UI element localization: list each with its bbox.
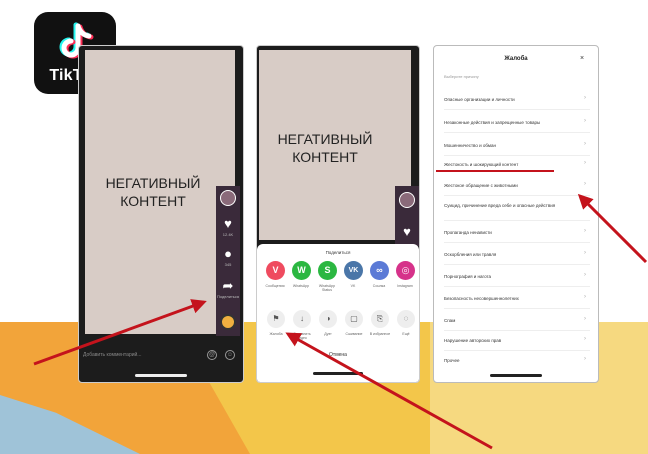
chevron-right-icon: › xyxy=(584,160,586,166)
report-reason-item[interactable]: Безопасность несовершеннолетних xyxy=(444,295,594,302)
share-instagram-icon[interactable]: ◎ xyxy=(396,261,415,280)
home-indicator xyxy=(490,374,542,377)
heart-icon[interactable]: ♥ xyxy=(218,216,238,231)
divider xyxy=(444,155,590,156)
report-flag-icon[interactable]: ⚑ xyxy=(267,310,285,328)
heart-icon[interactable]: ♥ xyxy=(397,224,417,239)
comment-input[interactable]: Добавить комментарий... xyxy=(83,348,213,362)
chevron-right-icon: › xyxy=(584,294,586,300)
side-action-bar: ♥ 12.4K ● 345 ➦ Поделиться xyxy=(216,186,240,336)
report-reason-item[interactable]: Прочее xyxy=(444,357,594,364)
share-sheet: Поделиться V Сообщения W WhatsApp S What… xyxy=(257,244,419,382)
divider xyxy=(444,132,590,133)
report-reason-item-violence[interactable]: Жестокость и шокирующий контент xyxy=(444,161,594,168)
creator-avatar[interactable] xyxy=(399,192,415,208)
phone-video-feed: НЕГАТИВНЫЙ КОНТЕНТ ♥ 12.4K ● 345 ➦ Подел… xyxy=(78,45,244,383)
divider xyxy=(444,242,590,243)
share-link-icon[interactable]: ∞ xyxy=(370,261,389,280)
divider xyxy=(444,350,590,351)
music-disc-icon[interactable] xyxy=(220,314,236,330)
creator-avatar[interactable] xyxy=(220,190,236,206)
report-reason-item[interactable]: Мошенничество и обман xyxy=(444,142,594,149)
divider xyxy=(444,264,590,265)
share-messages-icon[interactable]: V xyxy=(266,261,285,280)
chevron-right-icon: › xyxy=(584,204,586,210)
negative-content-label: НЕГАТИВНЫЙ КОНТЕНТ xyxy=(277,131,373,165)
report-reason-item[interactable]: Опасные организации и личности xyxy=(444,96,594,103)
negative-content-label: НЕГАТИВНЫЙ КОНТЕНТ xyxy=(105,175,201,209)
divider xyxy=(444,330,590,331)
report-reason-item[interactable]: Пропаганда ненависти xyxy=(444,229,594,236)
stitch-icon[interactable]: ▢ xyxy=(345,310,363,328)
divider xyxy=(444,308,590,309)
share-icon[interactable]: ➦ xyxy=(218,278,238,294)
report-reason-item[interactable]: Оскорбления или травля xyxy=(444,251,594,258)
divider xyxy=(444,109,590,110)
chevron-right-icon: › xyxy=(584,356,586,362)
divider xyxy=(444,195,590,196)
phone-report-reasons: Жалоба × Выберите причину Опасные органи… xyxy=(433,45,599,383)
divider xyxy=(444,286,590,287)
comment-icon[interactable]: ● xyxy=(218,246,238,261)
share-whatsapp-status-icon[interactable]: S xyxy=(318,261,337,280)
report-reason-item[interactable]: Жестокое обращение с животными xyxy=(444,182,594,189)
download-icon[interactable]: ↓ xyxy=(293,310,311,328)
cancel-button[interactable]: Отмена xyxy=(257,352,419,358)
slide: TikTok НЕГАТИВНЫЙ КОНТЕНТ ♥ 12.4K ● 345 … xyxy=(0,0,648,454)
chevron-right-icon: › xyxy=(584,250,586,256)
chevron-right-icon: › xyxy=(584,272,586,278)
chevron-right-icon: › xyxy=(584,95,586,101)
share-label: Поделиться xyxy=(216,294,240,299)
chevron-right-icon: › xyxy=(584,141,586,147)
chevron-right-icon: › xyxy=(584,181,586,187)
share-whatsapp-icon[interactable]: W xyxy=(292,261,311,280)
comments-count: 345 xyxy=(224,262,232,267)
likes-count: 12.4K xyxy=(222,232,234,237)
home-indicator xyxy=(313,372,363,375)
share-vk-icon[interactable]: VK xyxy=(344,261,363,280)
chevron-right-icon: › xyxy=(584,316,586,322)
more-icon[interactable]: ◌ xyxy=(397,310,415,328)
report-reason-item[interactable]: Суицид, причинение вреда себе и опасные … xyxy=(444,202,584,209)
favorite-icon[interactable]: ⎘ xyxy=(371,310,389,328)
side-action-bar: ♥ xyxy=(395,186,419,246)
report-title: Жалоба xyxy=(504,56,528,62)
report-reason-item[interactable]: Незаконные действия и запрещенные товары xyxy=(444,119,594,126)
highlight-underline xyxy=(436,170,554,172)
report-reason-item[interactable]: Нарушение авторских прав xyxy=(444,337,594,344)
report-reason-item[interactable]: Спам xyxy=(444,317,594,324)
home-indicator xyxy=(135,374,187,377)
chevron-right-icon: › xyxy=(584,228,586,234)
chevron-right-icon: › xyxy=(584,118,586,124)
chevron-right-icon: › xyxy=(584,336,586,342)
share-sheet-title: Поделиться xyxy=(325,250,351,255)
close-icon[interactable]: × xyxy=(580,55,584,62)
duet-icon[interactable]: ◑ xyxy=(319,310,337,328)
report-subtitle: Выберите причину xyxy=(444,74,479,79)
divider xyxy=(444,220,590,221)
report-reason-item[interactable]: Порнография и нагота xyxy=(444,273,594,280)
phone-share-sheet: НЕГАТИВНЫЙ КОНТЕНТ ♥ Поделиться V Сообще… xyxy=(256,45,420,383)
report-label: Жалоба xyxy=(269,332,283,336)
emoji-icon[interactable]: ☺ xyxy=(225,350,235,360)
mention-icon[interactable]: @ xyxy=(207,350,217,360)
